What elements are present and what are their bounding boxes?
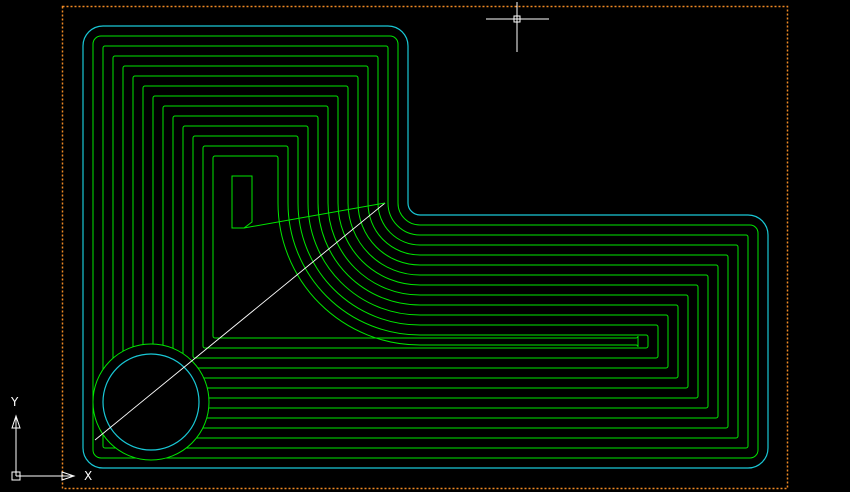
island-circle [102, 353, 200, 451]
ucs-x-label: X [84, 469, 93, 483]
toolpath-pass [162, 105, 689, 389]
crosshair-cursor-icon [486, 2, 549, 52]
ucs-axis-icon [11, 414, 76, 481]
toolpath-pass [212, 155, 639, 348]
toolpath-pass [192, 135, 659, 359]
toolpath-pass [132, 75, 719, 419]
toolpath-pass [172, 115, 679, 379]
toolpath-pass [182, 125, 669, 369]
drawing-viewport[interactable] [0, 0, 850, 492]
toolpath-pass [142, 85, 709, 409]
ucs-y-label: Y [11, 395, 19, 409]
lead-move-line [243, 202, 386, 229]
toolpath-pass [152, 95, 699, 399]
toolpath-pass [112, 55, 739, 439]
toolpath-pass [202, 145, 649, 349]
toolpath-core [231, 175, 253, 229]
toolpath-pass [122, 65, 729, 429]
